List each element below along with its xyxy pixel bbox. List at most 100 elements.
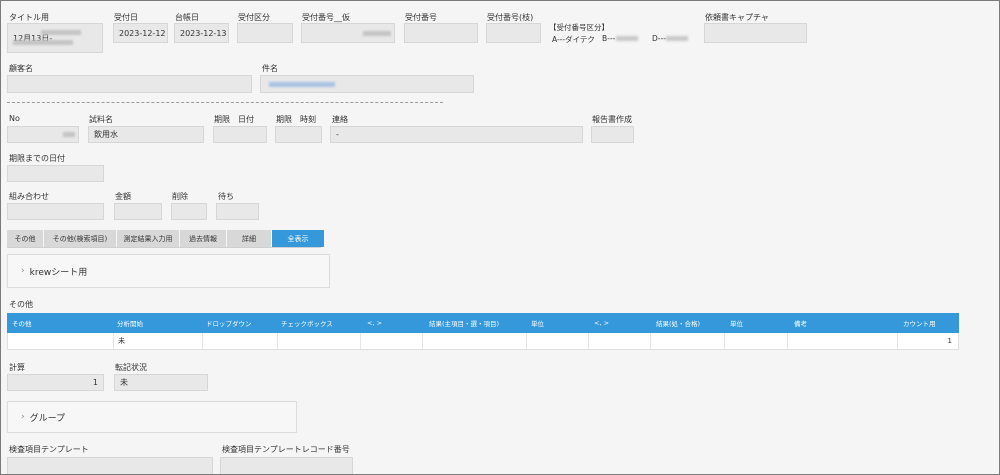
category-d-redacted bbox=[666, 36, 688, 41]
delete-label: 削除 bbox=[172, 192, 188, 201]
category-title: 【受付番号区分】 bbox=[549, 23, 609, 32]
subject-redacted bbox=[269, 82, 335, 87]
col-remarks: 備考 bbox=[794, 320, 807, 328]
cell-checkbox[interactable] bbox=[278, 333, 361, 349]
deadline-time-label: 期限 時刻 bbox=[276, 115, 316, 124]
cell-unit-2[interactable] bbox=[725, 333, 788, 349]
chevron-right-icon: › bbox=[21, 266, 25, 276]
cell-count[interactable]: 1 bbox=[898, 333, 958, 349]
col-result-main: 結果(主項目・選・項目) bbox=[429, 320, 500, 328]
col-count: カウント用 bbox=[903, 320, 936, 328]
contact-label: 連絡 bbox=[332, 115, 348, 124]
chevron-right-icon: › bbox=[21, 412, 25, 422]
reception-type-label: 受付区分 bbox=[238, 13, 270, 22]
title-label: タイトル用 bbox=[9, 13, 49, 22]
price-field[interactable] bbox=[114, 203, 162, 220]
col-unit-1: 単位 bbox=[531, 320, 544, 328]
category-d: D--- bbox=[652, 34, 666, 43]
category-a: A---ダイテク bbox=[552, 35, 595, 44]
report-label: 報告書作成 bbox=[592, 115, 632, 124]
reception-type-field[interactable] bbox=[237, 23, 293, 43]
other-section-title: その他 bbox=[9, 300, 33, 309]
col-dropdown: ドロップダウン bbox=[206, 320, 252, 328]
delete-field[interactable] bbox=[171, 203, 207, 220]
sample-name-label: 試料名 bbox=[89, 115, 113, 124]
table-header: その他 分析開始 ドロップダウン チェックボックス <, > 結果(主項目・選・… bbox=[7, 313, 959, 333]
deadline-date-field[interactable] bbox=[213, 126, 267, 143]
title-redacted bbox=[41, 30, 81, 35]
col-compare-1: <, > bbox=[367, 319, 383, 327]
tab-other-search[interactable]: その他(検索項目) bbox=[44, 230, 116, 247]
krew-group-label: krewシート用 bbox=[29, 267, 88, 278]
contact-field[interactable]: - bbox=[330, 126, 583, 143]
customer-field[interactable] bbox=[7, 75, 252, 93]
col-checkbox: チェックボックス bbox=[281, 320, 333, 328]
col-unit-2: 単位 bbox=[730, 320, 743, 328]
reception-no-branch-label: 受付番号(枝) bbox=[487, 13, 534, 22]
combination-field[interactable] bbox=[7, 203, 104, 220]
wait-field[interactable] bbox=[216, 203, 259, 220]
table-row: 未 1 bbox=[7, 333, 959, 350]
category-b-redacted bbox=[616, 36, 638, 41]
capture-label: 依頼書キャプチャ bbox=[705, 13, 769, 22]
krew-sheet-group[interactable]: › krewシート用 bbox=[7, 254, 330, 288]
cell-analysis-start[interactable]: 未 bbox=[114, 333, 203, 349]
reception-date-label: 受付日 bbox=[114, 13, 138, 22]
tab-measurement-input[interactable]: 測定結果入力用 bbox=[117, 230, 179, 247]
sample-name-field[interactable]: 飲用水 bbox=[88, 126, 204, 143]
tab-other[interactable]: その他 bbox=[7, 230, 43, 247]
cell-unit-1[interactable] bbox=[527, 333, 589, 349]
cell-compare-1[interactable] bbox=[361, 333, 423, 349]
col-compare-2: <, > bbox=[594, 319, 610, 327]
combination-label: 組み合わせ bbox=[9, 192, 49, 201]
capture-field[interactable] bbox=[704, 23, 807, 43]
cell-dropdown[interactable] bbox=[203, 333, 278, 349]
section-divider bbox=[7, 102, 443, 103]
template-label: 検査項目テンプレート bbox=[9, 445, 89, 454]
no-redacted bbox=[63, 132, 75, 137]
title-field[interactable]: 12月13日- bbox=[7, 23, 103, 53]
deadline-date-label: 期限 日付 bbox=[214, 115, 254, 124]
no-label: No bbox=[9, 114, 20, 123]
cell-result-main[interactable] bbox=[423, 333, 527, 349]
record-form: タイトル用 12月13日- 受付日 2023-12-12 台帳日 2023-12… bbox=[0, 0, 1000, 475]
subject-label: 件名 bbox=[262, 64, 278, 73]
price-label: 金額 bbox=[115, 192, 131, 201]
tab-show-all[interactable]: 全表示 bbox=[272, 230, 324, 247]
record-status-field[interactable]: 未 bbox=[114, 374, 208, 391]
col-other: その他 bbox=[12, 320, 32, 328]
col-analysis-start: 分析開始 bbox=[117, 320, 143, 328]
record-status-label: 転記状況 bbox=[115, 363, 147, 372]
reception-no-branch-field[interactable] bbox=[486, 23, 541, 43]
col-result-pass: 結果(処・合格) bbox=[656, 320, 701, 328]
cell-other[interactable] bbox=[8, 333, 114, 349]
deadline-time-field[interactable] bbox=[275, 126, 322, 143]
cell-result-pass[interactable] bbox=[651, 333, 725, 349]
customer-label: 顧客名 bbox=[9, 64, 33, 73]
wait-label: 待ち bbox=[218, 192, 234, 201]
cell-compare-2[interactable] bbox=[589, 333, 651, 349]
cell-remarks[interactable] bbox=[788, 333, 898, 349]
reception-no-field[interactable] bbox=[404, 23, 478, 43]
group-section[interactable]: › グループ bbox=[7, 401, 297, 433]
ledger-date-field[interactable]: 2023-12-13 bbox=[174, 23, 229, 43]
reception-number-temp-label: 受付番号__仮 bbox=[302, 13, 350, 22]
tab-past-info[interactable]: 過去情報 bbox=[180, 230, 226, 247]
ledger-date-label: 台帳日 bbox=[175, 13, 199, 22]
template-field[interactable] bbox=[7, 457, 213, 474]
template-record-no-label: 検査項目テンプレートレコード番号 bbox=[222, 445, 350, 454]
report-field[interactable] bbox=[591, 126, 634, 143]
tab-details[interactable]: 詳細 bbox=[227, 230, 271, 247]
title-redacted-2 bbox=[13, 40, 73, 45]
reception-no-label: 受付番号 bbox=[405, 13, 437, 22]
tab-bar: その他 その他(検索項目) 測定結果入力用 過去情報 詳細 全表示 bbox=[7, 230, 325, 247]
template-record-no-field[interactable] bbox=[220, 457, 353, 474]
subject-field[interactable] bbox=[260, 75, 474, 93]
tab-underline bbox=[7, 247, 321, 248]
calc-label: 計算 bbox=[9, 363, 25, 372]
calc-field[interactable]: 1 bbox=[7, 374, 104, 391]
category-b: B--- bbox=[602, 34, 616, 43]
reception-date-field[interactable]: 2023-12-12 bbox=[113, 23, 168, 43]
days-until-deadline-field[interactable] bbox=[7, 165, 104, 182]
reception-number-redacted bbox=[363, 31, 391, 36]
